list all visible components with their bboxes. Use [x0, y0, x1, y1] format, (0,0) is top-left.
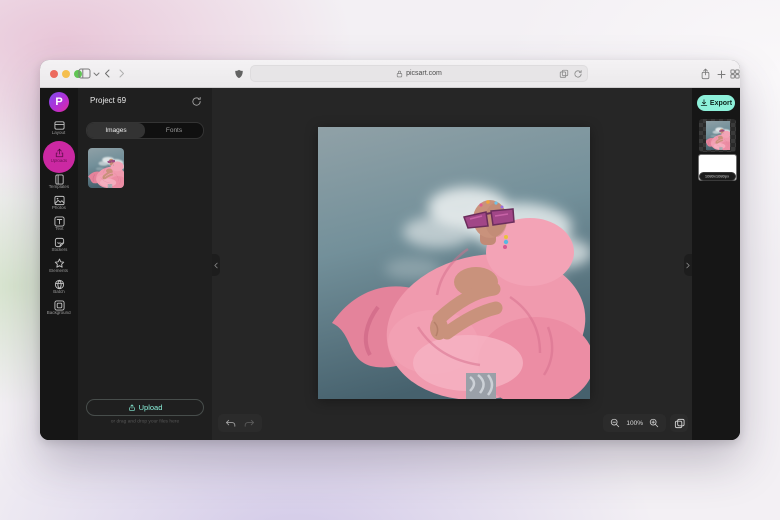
share-icon[interactable] [700, 68, 711, 80]
batch-icon [54, 279, 65, 290]
photos-icon [54, 195, 65, 206]
upload-icon [128, 404, 136, 412]
background-icon [54, 300, 65, 311]
history-controls [218, 414, 262, 432]
close-window-button[interactable] [50, 70, 58, 78]
sync-status-icon[interactable] [191, 96, 202, 107]
templates-icon [54, 174, 65, 185]
zoom-level[interactable]: 100% [626, 420, 643, 427]
sidebar-item-uploads[interactable]: Uploads [43, 141, 75, 173]
tool-rail: P Layout Uploads Templates Photos Text [40, 88, 78, 440]
browser-titlebar: picsart.com [40, 60, 740, 88]
address-bar[interactable]: picsart.com [250, 65, 588, 82]
project-title: Project 69 [90, 96, 126, 105]
pages-icon [674, 418, 685, 429]
tab-overview-icon[interactable] [730, 69, 740, 79]
layers-rail: Export 1080x1080px [692, 88, 740, 440]
back-icon[interactable] [104, 69, 111, 78]
canvas-workspace[interactable]: 100% [212, 88, 692, 440]
forward-icon[interactable] [118, 69, 125, 78]
panel-tabs: Images Fonts [86, 122, 204, 139]
zoom-in-icon[interactable] [649, 418, 659, 428]
lock-icon [396, 70, 403, 78]
browser-window: picsart.com P Layou [40, 60, 740, 440]
minimize-window-button[interactable] [62, 70, 70, 78]
reload-icon[interactable] [573, 69, 583, 79]
canvas-image[interactable] [318, 127, 590, 399]
stickers-icon [54, 237, 65, 248]
canvas-size-badge: 1080x1080px [699, 172, 736, 181]
sidebar-item-layout[interactable]: Layout [40, 120, 78, 141]
sidebar-item-elements[interactable]: Elements [40, 258, 78, 279]
export-button[interactable]: Export [697, 95, 735, 111]
drag-drop-hint: or drag and drop your files here [98, 419, 192, 424]
tab-images[interactable]: Images [87, 123, 145, 138]
upload-button[interactable]: Upload [86, 399, 204, 416]
privacy-shield-icon[interactable] [234, 68, 244, 80]
sidebar-toggle-icon[interactable] [78, 68, 91, 79]
expand-right-panel-handle[interactable] [684, 254, 692, 276]
undo-icon[interactable] [225, 419, 236, 428]
upload-icon [54, 148, 65, 159]
layout-icon [54, 120, 65, 131]
sidebar-item-text[interactable]: Text [40, 216, 78, 237]
chevron-down-icon[interactable] [93, 72, 100, 77]
text-icon [54, 216, 65, 227]
sidebar-item-photos[interactable]: Photos [40, 195, 78, 216]
sidebar-item-batch[interactable]: Batch [40, 279, 78, 300]
zoom-controls: 100% [603, 414, 666, 432]
pages-button[interactable] [670, 414, 688, 432]
sidebar-item-templates[interactable]: Templates [40, 174, 78, 195]
tab-fonts[interactable]: Fonts [145, 123, 203, 138]
download-icon [700, 99, 708, 107]
picsart-editor: P Layout Uploads Templates Photos Text [40, 88, 740, 440]
elements-icon [54, 258, 65, 269]
url-text: picsart.com [406, 70, 442, 77]
picsart-logo[interactable]: P [49, 92, 69, 112]
tab-group-icon[interactable] [559, 69, 569, 79]
uploads-panel: Project 69 Images Fonts Upload or drag a… [78, 88, 212, 440]
sidebar-item-background[interactable]: Background [40, 300, 78, 321]
collapse-left-panel-handle[interactable] [212, 254, 220, 276]
redo-icon[interactable] [244, 419, 255, 428]
zoom-out-icon[interactable] [610, 418, 620, 428]
new-tab-icon[interactable] [717, 70, 726, 79]
layer-thumbnail-image[interactable] [699, 119, 736, 152]
uploaded-image-thumbnail[interactable] [88, 148, 124, 188]
sidebar-item-stickers[interactable]: Stickers [40, 237, 78, 258]
